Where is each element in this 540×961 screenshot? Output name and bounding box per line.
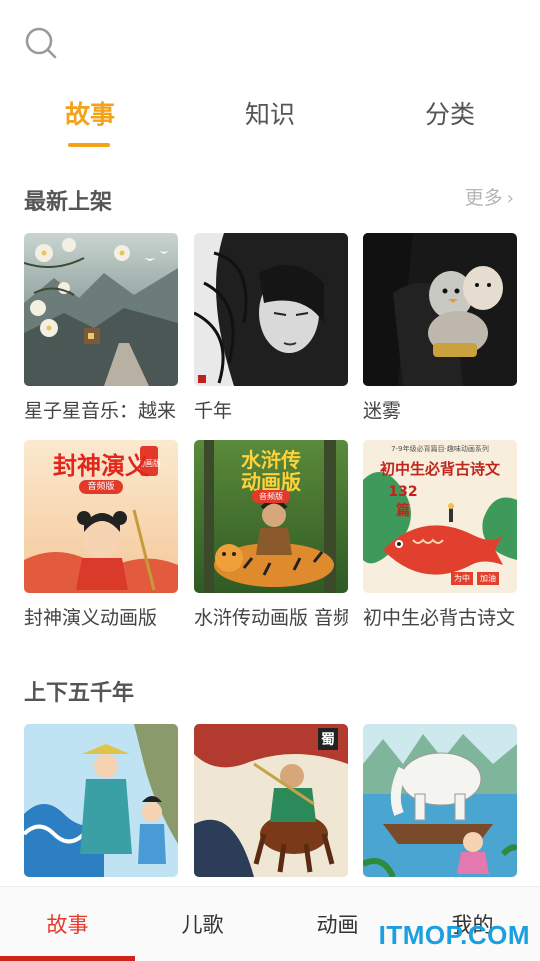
tab-knowledge[interactable]: 知识 [210, 95, 330, 131]
album-card[interactable] [363, 724, 517, 887]
tab-active-indicator [68, 143, 110, 147]
album-card[interactable] [24, 724, 178, 887]
cover-tag: 为中 [451, 572, 473, 585]
more-label: 更多 [464, 187, 503, 209]
watermark: ITMOP.COM [378, 920, 530, 950]
section-title-latest: 最新上架 [24, 190, 113, 215]
album-card[interactable]: 7-9年级必背篇目·趣味动画系列 初中生必背古诗文 132篇 为中 加油 初中生… [363, 440, 517, 630]
album-cover [24, 724, 178, 877]
album-card[interactable]: 千年 [194, 233, 348, 423]
album-cover: 7-9年级必背篇目·趣味动画系列 初中生必背古诗文 132篇 为中 加油 [363, 440, 517, 593]
cover-top-text: 7-9年级必背篇目·趣味动画系列 [391, 445, 489, 453]
album-card[interactable]: 动画版 封神演义 音频版 封神演义动画版 [24, 440, 178, 630]
album-title: 迷雾 [363, 400, 402, 422]
album-title: 初中生必背古诗文 [363, 607, 516, 629]
album-cover: 蜀 [194, 724, 348, 877]
more-link[interactable]: 更多 › [465, 183, 514, 210]
album-card[interactable]: 蜀 [194, 724, 348, 887]
album-title: 星子星音乐：越来 [24, 400, 177, 422]
nav-active-indicator [0, 956, 135, 961]
tab-story[interactable]: 故事 [30, 95, 150, 131]
album-card[interactable]: 水浒传 动画版 音频版 水浒传动画版 音频 [194, 440, 348, 630]
album-title: 水浒传动画版 音频 [194, 607, 348, 629]
cover-title: 初中生必背古诗文 [379, 460, 500, 478]
cover-mark: 蜀 [318, 728, 338, 750]
search-icon[interactable] [24, 26, 58, 60]
album-cover [363, 724, 517, 877]
album-title: 千年 [194, 400, 233, 422]
cover-subtitle: 音频版 [252, 490, 290, 503]
album-cover [363, 233, 517, 386]
chevron-right-icon: › [506, 188, 514, 209]
cover-title: 封神演义 [53, 452, 149, 480]
album-title: 封神演义动画版 [24, 607, 158, 629]
top-tabs: 故事 知识 分类 [0, 95, 540, 151]
album-cover: 动画版 封神演义 音频版 [24, 440, 178, 593]
album-cover [24, 233, 178, 386]
nav-songs[interactable]: 儿歌 [135, 909, 270, 939]
tab-category[interactable]: 分类 [390, 95, 510, 131]
nav-story[interactable]: 故事 [0, 909, 135, 939]
cover-subtitle: 132篇 [388, 484, 418, 519]
section-title-history: 上下五千年 [24, 681, 135, 706]
album-cover [194, 233, 348, 386]
cover-subtitle: 音频版 [79, 480, 123, 494]
album-card[interactable]: 星子星音乐：越来 [24, 233, 178, 423]
album-cover: 水浒传 动画版 音频版 [194, 440, 348, 593]
cover-tag-2: 加油 [477, 572, 499, 585]
album-card[interactable]: 迷雾 [363, 233, 517, 423]
